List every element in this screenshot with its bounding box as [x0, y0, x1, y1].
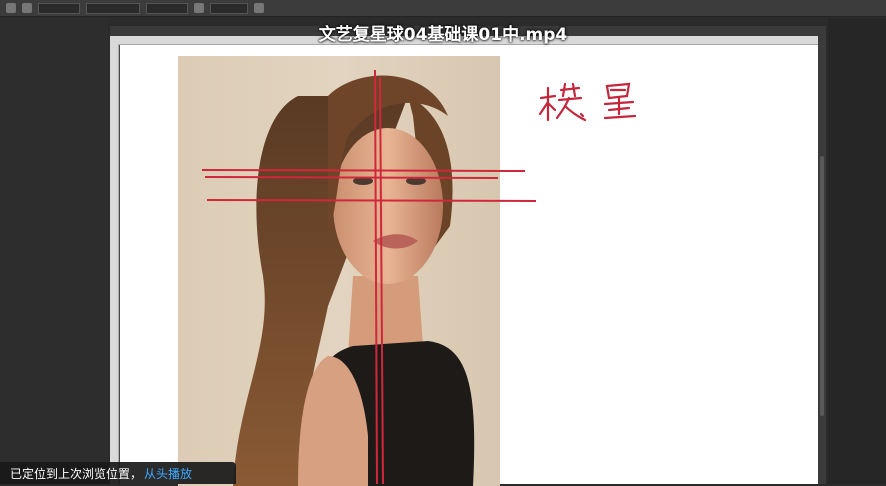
resume-toast: 已定位到上次浏览位置， 从头播放	[0, 462, 236, 484]
resume-message: 已定位到上次浏览位置，	[10, 466, 143, 481]
guide-line-center	[374, 69, 378, 484]
guide-line-center-2	[379, 77, 384, 484]
guide-line-eye-2	[204, 176, 499, 179]
play-from-start-link[interactable]: 从头播放	[144, 465, 192, 482]
guide-lines	[201, 69, 537, 484]
guide-line-eye	[201, 169, 526, 172]
guide-line-nose	[206, 199, 537, 202]
